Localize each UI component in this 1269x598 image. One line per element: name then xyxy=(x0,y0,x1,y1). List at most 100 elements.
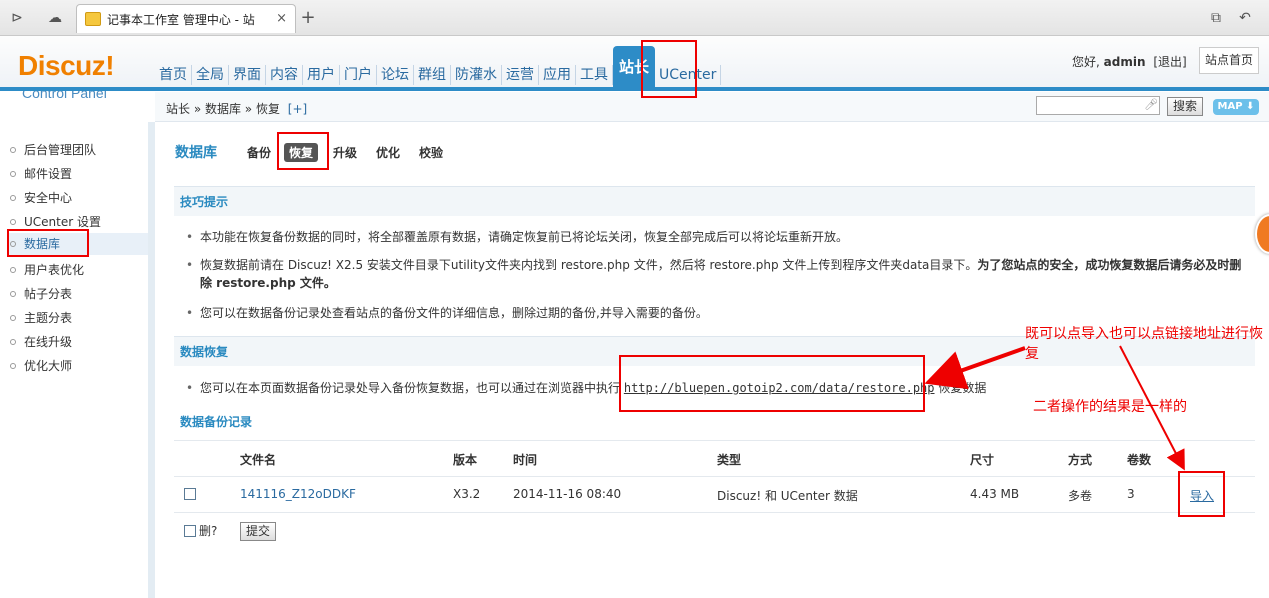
map-button[interactable]: MAP ⬇ xyxy=(1213,99,1259,115)
favicon-icon xyxy=(85,12,101,26)
breadcrumb: 站长 » 数据库 » 恢复 [+] xyxy=(166,100,307,117)
import-link[interactable]: 导入 xyxy=(1190,487,1214,504)
site-home-button[interactable]: 站点首页 xyxy=(1199,47,1259,74)
tip-1: 本功能在恢复备份数据的同时，将全部覆盖原有数据，请确定恢复前已将论坛关闭，恢复全… xyxy=(186,228,1250,246)
col-filename: 文件名 xyxy=(240,453,277,467)
tip-2: 恢复数据前请在 Discuz! X2.5 安装文件目录下utility文件夹内找… xyxy=(186,256,1250,292)
username: admin xyxy=(1103,55,1146,69)
nav-ucenter[interactable]: UCenter xyxy=(655,64,722,85)
sidebar-item-label: 用户表优化 xyxy=(24,263,85,277)
browser-tab[interactable]: 记事本工作室 管理中心 - 站 × xyxy=(76,4,296,33)
nav-portal[interactable]: 门户 xyxy=(340,64,377,85)
undo-icon[interactable]: ↶ xyxy=(1236,9,1254,27)
nav-webmaster[interactable]: 站长 xyxy=(613,46,656,89)
nav-groups[interactable]: 群组 xyxy=(414,64,451,85)
sidebar-item-upgrade[interactable]: 在线升级 xyxy=(10,333,72,350)
submit-button[interactable]: 提交 xyxy=(240,522,276,541)
browser-toolbar: ⊳ ☁ 记事本工作室 管理中心 - 站 × + ⧉ ↶ xyxy=(0,0,1269,36)
new-tab-icon[interactable]: + xyxy=(299,9,317,27)
search-input[interactable] xyxy=(1036,96,1160,115)
sidebar-item-admin-team[interactable]: 后台管理团队 xyxy=(10,141,96,158)
sidebar-item-user-table[interactable]: 用户表优化 xyxy=(10,261,84,278)
sidebar-item-database[interactable]: 数据库 xyxy=(8,233,148,255)
breadcrumb-path: 站长 » 数据库 » 恢复 xyxy=(166,102,280,116)
sidebar-item-post-split[interactable]: 帖子分表 xyxy=(10,285,72,302)
nav-content[interactable]: 内容 xyxy=(266,64,303,85)
col-type: 类型 xyxy=(717,453,742,467)
nav-forum[interactable]: 论坛 xyxy=(377,64,414,85)
sidebar-item-label: 优化大师 xyxy=(24,359,73,373)
sidebar-item-label: 在线升级 xyxy=(24,335,73,349)
tips-heading: 技巧提示 xyxy=(174,186,1255,216)
bullet-icon xyxy=(10,146,16,153)
tip-2-text: 恢复数据前请在 Discuz! X2.5 安装文件目录下utility文件夹内找… xyxy=(200,258,978,272)
annotation-note-1: 既可以点导入也可以点链接地址进行恢复 xyxy=(1025,326,1263,362)
tab-close-icon[interactable]: × xyxy=(276,11,287,26)
bullet-icon xyxy=(10,290,16,297)
greeting: 您好, xyxy=(1072,55,1100,69)
backup-volumes: 3 xyxy=(1127,487,1135,501)
tip-3: 您可以在数据备份记录处查看站点的备份文件的详细信息，删除过期的备份,并导入需要的… xyxy=(186,304,1250,322)
tab-restore[interactable]: 恢复 xyxy=(284,143,319,162)
sidebar-item-thread-split[interactable]: 主题分表 xyxy=(10,309,72,326)
microphone-icon[interactable]: 🎤︎ xyxy=(1144,98,1158,111)
table-bottom-line xyxy=(174,512,1255,513)
bullet-icon xyxy=(10,170,16,177)
nav-users[interactable]: 用户 xyxy=(303,64,340,85)
sidebar-item-ucenter[interactable]: UCenter 设置 xyxy=(10,213,101,230)
sidebar-item-label: UCenter 设置 xyxy=(24,215,101,229)
top-nav: 首页 全局 界面 内容 用户 门户 论坛 群组 防灌水 运营 应用 工具 站长 … xyxy=(155,46,722,89)
backup-mode: 多卷 xyxy=(1068,489,1093,503)
nav-home[interactable]: 首页 xyxy=(155,64,192,85)
restore-window-icon[interactable]: ⧉ xyxy=(1207,9,1225,27)
table-header-line xyxy=(174,476,1255,477)
backup-size: 4.43 MB xyxy=(970,487,1020,501)
sidebar-toggle-icon[interactable]: ⊳ xyxy=(8,9,26,27)
col-volumes: 卷数 xyxy=(1127,453,1152,467)
tab-verify[interactable]: 校验 xyxy=(419,144,443,161)
table-top-line xyxy=(174,440,1255,441)
restore-url-link[interactable]: http://bluepen.gotoip2.com/data/restore.… xyxy=(624,381,935,395)
nav-apps[interactable]: 应用 xyxy=(539,64,576,85)
backup-filename-link[interactable]: 141116_Z12oDDKF xyxy=(240,487,356,501)
sidebar-item-optimizer[interactable]: 优化大师 xyxy=(10,357,72,374)
cloud-icon[interactable]: ☁ xyxy=(46,9,64,27)
page-title: 数据库 xyxy=(175,145,217,161)
sidebar-item-mail[interactable]: 邮件设置 xyxy=(10,165,72,182)
nav-interface[interactable]: 界面 xyxy=(229,64,266,85)
restore-text-after: 恢复数据 xyxy=(938,381,987,395)
tab-backup[interactable]: 备份 xyxy=(247,144,271,161)
user-info: 您好, admin [退出] xyxy=(1072,53,1187,70)
bullet-icon xyxy=(10,194,16,201)
bullet-icon xyxy=(10,240,16,247)
bullet-icon xyxy=(10,314,16,321)
nav-operations[interactable]: 运营 xyxy=(502,64,539,85)
sidebar-divider xyxy=(148,122,155,598)
add-shortcut-link[interactable]: [+] xyxy=(288,102,307,116)
annotation-note-2: 二者操作的结果是一样的 xyxy=(1033,399,1187,415)
col-version: 版本 xyxy=(453,453,478,467)
sidebar-item-label: 后台管理团队 xyxy=(24,143,97,157)
nav-tools[interactable]: 工具 xyxy=(576,64,613,85)
col-mode: 方式 xyxy=(1068,453,1093,467)
backup-time: 2014-11-16 08:40 xyxy=(513,487,622,501)
tab-upgrade[interactable]: 升级 xyxy=(333,144,357,161)
sidebar-item-label: 帖子分表 xyxy=(24,287,73,301)
logout-link[interactable]: [退出] xyxy=(1153,55,1186,69)
backup-version: X3.2 xyxy=(453,487,481,501)
delete-label: 删? xyxy=(199,524,218,538)
nav-antispam[interactable]: 防灌水 xyxy=(451,64,502,85)
nav-global[interactable]: 全局 xyxy=(192,64,229,85)
col-size: 尺寸 xyxy=(970,453,995,467)
backup-type: Discuz! 和 UCenter 数据 xyxy=(717,489,858,503)
restore-info: 您可以在本页面数据备份记录处导入备份恢复数据，也可以通过在浏览器中执行 http… xyxy=(186,379,1250,397)
select-all-checkbox[interactable] xyxy=(184,525,196,537)
search-button[interactable]: 搜索 xyxy=(1167,97,1203,116)
sidebar-item-security[interactable]: 安全中心 xyxy=(10,189,72,206)
sidebar-item-label: 邮件设置 xyxy=(24,167,73,181)
floating-widget-icon[interactable] xyxy=(1255,214,1269,254)
restore-text: 您可以在本页面数据备份记录处导入备份恢复数据，也可以通过在浏览器中执行 xyxy=(200,381,621,395)
tab-optimize[interactable]: 优化 xyxy=(376,144,400,161)
bullet-icon xyxy=(10,362,16,369)
row-checkbox[interactable] xyxy=(184,488,196,500)
